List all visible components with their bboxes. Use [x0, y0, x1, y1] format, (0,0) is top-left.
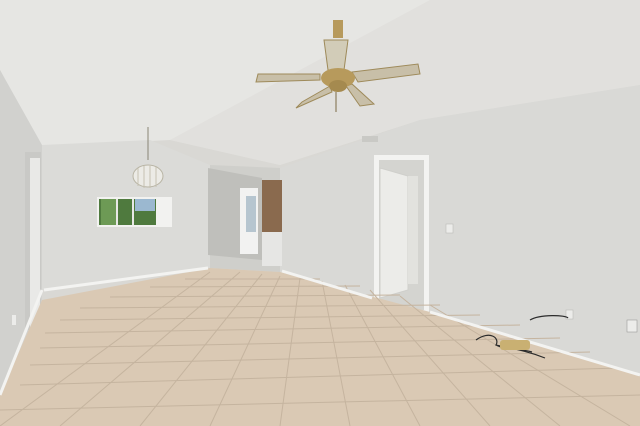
open-door — [379, 167, 409, 299]
ceiling-vent — [362, 136, 378, 142]
hallway — [208, 168, 282, 266]
room-scene — [0, 0, 640, 426]
window — [97, 197, 172, 227]
wall-outlet — [626, 319, 638, 333]
doorway — [374, 155, 429, 313]
room-photo — [0, 0, 640, 426]
light-switch — [445, 223, 454, 234]
